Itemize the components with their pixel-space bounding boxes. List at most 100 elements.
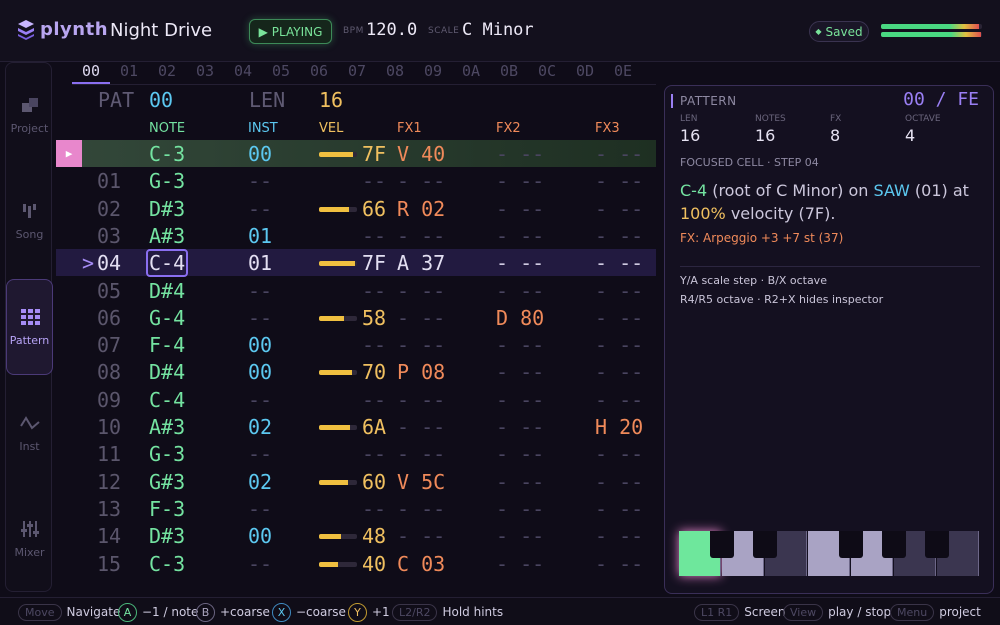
velocity-cell[interactable]: -- — [362, 223, 386, 249]
fx2-cell[interactable]: - -- — [496, 414, 544, 440]
pattern-row[interactable]: 07 F-4 00 -- - -- - -- - -- — [56, 331, 656, 358]
velocity-cell[interactable]: 66 — [362, 196, 386, 222]
note-cell[interactable]: G#3 — [149, 469, 185, 495]
fx2-cell[interactable]: - -- — [496, 496, 544, 522]
pattern-row[interactable]: ▶ C-3 00 7F V 40 - -- - -- — [56, 140, 656, 167]
piano-key-f-sharp[interactable] — [839, 531, 863, 558]
sidebar-item-project[interactable]: Project — [6, 67, 53, 163]
pattern-row[interactable]: >04 C-4 01 7F A 37 - -- - -- — [56, 249, 656, 278]
instrument-cell[interactable]: -- — [248, 551, 272, 577]
pattern-row[interactable]: 13 F-3 -- -- - -- - -- - -- — [56, 495, 656, 522]
pattern-tab-0b[interactable]: 0B — [490, 62, 528, 84]
piano-key-d-sharp[interactable] — [753, 531, 777, 558]
fx1-cell[interactable]: - -- — [397, 332, 445, 358]
note-cell[interactable]: C-4 — [149, 387, 185, 413]
note-cell[interactable]: D#3 — [149, 196, 185, 222]
velocity-cell[interactable]: 58 — [362, 305, 386, 331]
pattern-number[interactable]: 00 — [149, 88, 173, 112]
piano-key-g-sharp[interactable] — [882, 531, 906, 558]
fx1-cell[interactable]: V 40 — [397, 141, 445, 167]
piano-keyboard[interactable] — [679, 531, 980, 576]
fx3-cell[interactable]: - -- — [595, 359, 643, 385]
sidebar-item-mixer[interactable]: Mixer — [6, 491, 53, 587]
sidebar-item-song[interactable]: Song — [6, 173, 53, 269]
fx2-cell[interactable]: - -- — [496, 523, 544, 549]
velocity-cell[interactable]: 7F — [362, 141, 386, 167]
fx1-cell[interactable]: P 08 — [397, 359, 445, 385]
instrument-cell[interactable]: 00 — [248, 141, 272, 167]
instrument-cell[interactable]: -- — [248, 196, 272, 222]
sidebar-item-pattern[interactable]: Pattern — [6, 279, 53, 375]
pattern-row[interactable]: 05 D#4 -- -- - -- - -- - -- — [56, 277, 656, 304]
fx3-cell[interactable]: - -- — [595, 387, 643, 413]
instrument-cell[interactable]: 00 — [248, 523, 272, 549]
velocity-cell[interactable]: 60 — [362, 469, 386, 495]
fx3-cell[interactable]: - -- — [595, 469, 643, 495]
velocity-cell[interactable]: -- — [362, 496, 386, 522]
fx3-cell[interactable]: - -- — [595, 332, 643, 358]
instrument-cell[interactable]: -- — [248, 168, 272, 194]
fx1-cell[interactable]: - -- — [397, 168, 445, 194]
note-cell[interactable]: G-3 — [149, 441, 185, 467]
fx1-cell[interactable]: A 37 — [397, 250, 445, 276]
fx2-cell[interactable]: D 80 — [496, 305, 544, 331]
pattern-row[interactable]: 02 D#3 -- 66 R 02 - -- - -- — [56, 195, 656, 222]
pattern-row[interactable]: 06 G-4 -- 58 - -- D 80 - -- — [56, 304, 656, 331]
fx1-cell[interactable]: - -- — [397, 441, 445, 467]
instrument-cell[interactable]: 02 — [248, 414, 272, 440]
fx2-cell[interactable]: - -- — [496, 168, 544, 194]
fx3-cell[interactable]: - -- — [595, 496, 643, 522]
velocity-cell[interactable]: 48 — [362, 523, 386, 549]
fx1-cell[interactable]: - -- — [397, 387, 445, 413]
pattern-tab-01[interactable]: 01 — [110, 62, 148, 84]
fx3-cell[interactable]: - -- — [595, 250, 643, 276]
velocity-cell[interactable]: 6A — [362, 414, 386, 440]
pattern-row[interactable]: 15 C-3 -- 40 C 03 - -- - -- — [56, 550, 656, 577]
pattern-row[interactable]: 14 D#3 00 48 - -- - -- - -- — [56, 522, 656, 549]
fx3-cell[interactable]: - -- — [595, 305, 643, 331]
note-cell[interactable]: D#4 — [149, 278, 185, 304]
note-cell[interactable]: G-3 — [149, 168, 185, 194]
pattern-tab-0d[interactable]: 0D — [566, 62, 604, 84]
note-cell[interactable]: G-4 — [149, 305, 185, 331]
pattern-tab-0a[interactable]: 0A — [452, 62, 490, 84]
fx3-cell[interactable]: - -- — [595, 523, 643, 549]
pattern-row[interactable]: 08 D#4 00 70 P 08 - -- - -- — [56, 358, 656, 385]
velocity-cell[interactable]: 40 — [362, 551, 386, 577]
note-cell[interactable]: A#3 — [149, 414, 185, 440]
velocity-cell[interactable]: 70 — [362, 359, 386, 385]
velocity-cell[interactable]: -- — [362, 278, 386, 304]
fx3-cell[interactable]: - -- — [595, 168, 643, 194]
fx2-cell[interactable]: - -- — [496, 469, 544, 495]
note-cell[interactable]: C-4 — [145, 249, 189, 278]
pattern-row[interactable]: 11 G-3 -- -- - -- - -- - -- — [56, 440, 656, 467]
pattern-length[interactable]: 16 — [319, 88, 343, 112]
pattern-tab-04[interactable]: 04 — [224, 62, 262, 84]
fx3-cell[interactable]: - -- — [595, 441, 643, 467]
fx3-cell[interactable]: - -- — [595, 196, 643, 222]
instrument-cell[interactable]: -- — [248, 441, 272, 467]
fx1-cell[interactable]: - -- — [397, 523, 445, 549]
fx1-cell[interactable]: - -- — [397, 414, 445, 440]
instrument-cell[interactable]: 01 — [248, 250, 272, 276]
fx1-cell[interactable]: - -- — [397, 496, 445, 522]
piano-key-c-sharp[interactable] — [710, 531, 734, 558]
bpm-value[interactable]: 120.0 — [366, 20, 417, 40]
instrument-cell[interactable]: 01 — [248, 223, 272, 249]
note-cell[interactable]: C-3 — [149, 551, 185, 577]
pattern-tab-0c[interactable]: 0C — [528, 62, 566, 84]
note-cell[interactable]: C-3 — [149, 141, 185, 167]
pattern-tab-00[interactable]: 00 — [72, 62, 110, 84]
fx2-cell[interactable]: - -- — [496, 551, 544, 577]
fx1-cell[interactable]: - -- — [397, 278, 445, 304]
instrument-cell[interactable]: 00 — [248, 332, 272, 358]
note-cell[interactable]: A#3 — [149, 223, 185, 249]
pattern-tab-06[interactable]: 06 — [300, 62, 338, 84]
note-cell[interactable]: F-3 — [149, 496, 185, 522]
note-cell[interactable]: D#3 — [149, 523, 185, 549]
pattern-row[interactable]: 10 A#3 02 6A - -- - -- H 20 — [56, 413, 656, 440]
fx1-cell[interactable]: C 03 — [397, 551, 445, 577]
fx2-cell[interactable]: - -- — [496, 250, 544, 276]
fx2-cell[interactable]: - -- — [496, 332, 544, 358]
instrument-cell[interactable]: -- — [248, 305, 272, 331]
